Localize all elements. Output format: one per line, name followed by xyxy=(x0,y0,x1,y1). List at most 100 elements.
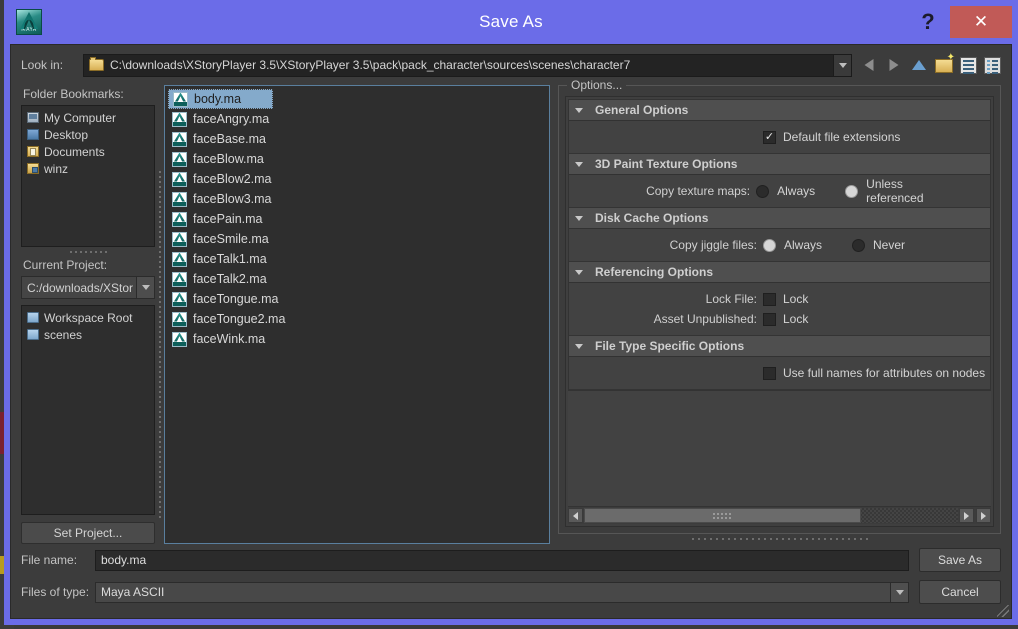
file-name-label: faceSmile.ma xyxy=(193,232,269,246)
radio-copy-texture-maps-always[interactable] xyxy=(756,184,770,198)
close-button[interactable]: ✕ xyxy=(950,6,1012,38)
file-list-item[interactable]: faceTongue.ma xyxy=(168,289,546,309)
path-dropdown-chevron-down-icon[interactable] xyxy=(833,54,851,76)
help-button[interactable]: ? xyxy=(908,0,948,44)
file-list-item[interactable]: faceBlow.ma xyxy=(168,149,546,169)
frame-body-file-type-specific-options: Use full names for attributes on nodes xyxy=(569,357,990,390)
maya-file-icon xyxy=(172,331,187,347)
set-project-button[interactable]: Set Project... xyxy=(21,522,155,544)
option-left-label: Copy jiggle files: xyxy=(669,238,757,252)
check-icon: ✓ xyxy=(764,130,775,143)
maya-file-icon xyxy=(172,111,187,127)
frame-header-disk-cache-options[interactable]: Disk Cache Options xyxy=(569,208,990,229)
file-list-item[interactable]: faceAngry.ma xyxy=(168,109,546,129)
options-panel: Options... General Options ✓ Default fil… xyxy=(558,78,1001,544)
dialog-footer: File name: body.ma Save As Files of type… xyxy=(21,544,1001,612)
frame-header-general-options[interactable]: General Options xyxy=(569,100,990,121)
detail-view-icon[interactable] xyxy=(984,56,1001,74)
vertical-splitter-handle[interactable] xyxy=(155,85,164,544)
folder-bookmarks-list[interactable]: My Computer Desktop Documents winz xyxy=(21,105,155,247)
list-view-icon[interactable] xyxy=(960,56,977,74)
scrollbar-thumb[interactable] xyxy=(584,508,861,523)
file-list-item[interactable]: faceBlow2.ma xyxy=(168,169,546,189)
cancel-button[interactable]: Cancel xyxy=(919,580,1001,604)
radio-copy-jiggle-files-always[interactable] xyxy=(763,238,776,252)
file-list-item[interactable]: body.ma xyxy=(168,89,273,109)
option-row-lock-file: Lock File: Lock xyxy=(569,289,990,309)
folder-icon xyxy=(89,57,104,71)
frame-title: General Options xyxy=(595,103,689,117)
workspace-item[interactable]: Workspace Root xyxy=(22,309,154,326)
options-splitter-handle[interactable] xyxy=(558,534,1001,544)
file-list-item[interactable]: faceBase.ma xyxy=(168,129,546,149)
scrollbar-track[interactable] xyxy=(584,508,958,523)
panel-splitter-handle[interactable] xyxy=(21,247,155,256)
forward-arrow-icon[interactable] xyxy=(885,56,903,74)
computer-icon xyxy=(27,112,39,123)
file-list[interactable]: body.ma faceAngry.ma faceBase.ma faceBlo… xyxy=(164,85,550,544)
bookmark-item[interactable]: My Computer xyxy=(22,109,154,126)
bookmark-item[interactable]: Documents xyxy=(22,143,154,160)
save-as-button[interactable]: Save As xyxy=(919,548,1001,572)
files-of-type-chevron-down-icon[interactable] xyxy=(890,582,908,602)
frame-header-file-type-specific-options[interactable]: File Type Specific Options xyxy=(569,336,990,357)
radio-copy-texture-maps-unless-referenced[interactable] xyxy=(845,184,859,198)
radio-copy-jiggle-files-never[interactable] xyxy=(852,238,866,252)
scroll-right-arrow-icon[interactable] xyxy=(959,508,974,523)
current-path-text: C:\downloads\XStoryPlayer 3.5\XStoryPlay… xyxy=(110,58,631,72)
bookmark-item[interactable]: Desktop xyxy=(22,126,154,143)
scroll-right-arrow-icon-2[interactable] xyxy=(976,508,991,523)
option-row-default-file-extensions: ✓ Default file extensions xyxy=(569,127,990,147)
file-list-item[interactable]: faceTalk2.ma xyxy=(168,269,546,289)
checkbox-label: Lock xyxy=(783,292,809,306)
option-left-label: Lock File: xyxy=(705,292,757,306)
option-row-copy-texture-maps: Copy texture maps: Always Unless referen… xyxy=(569,177,990,205)
checkbox-label: Lock xyxy=(783,312,809,326)
checkbox-use-full-names-for-attributes[interactable] xyxy=(763,366,776,380)
resize-grip-icon[interactable] xyxy=(997,605,1009,617)
frame-title: 3D Paint Texture Options xyxy=(595,157,738,171)
file-list-item[interactable]: faceTongue2.ma xyxy=(168,309,546,329)
file-list-item[interactable]: facePain.ma xyxy=(168,209,546,229)
dialog-body: Look in: C:\downloads\XStoryPlayer 3.5\X… xyxy=(10,44,1012,619)
maya-file-icon xyxy=(172,291,187,307)
frame-header-referencing-options[interactable]: Referencing Options xyxy=(569,262,990,283)
checkbox-asset-unpublished-lock[interactable] xyxy=(763,312,776,326)
file-list-item[interactable]: faceWink.ma xyxy=(168,329,546,349)
options-horizontal-scrollbar[interactable] xyxy=(568,506,991,524)
maya-file-icon xyxy=(172,271,187,287)
path-combo-box[interactable]: C:\downloads\XStoryPlayer 3.5\XStoryPlay… xyxy=(83,53,852,77)
file-list-item[interactable]: faceBlow3.ma xyxy=(168,189,546,209)
frame-header-3d-paint-texture-options[interactable]: 3D Paint Texture Options xyxy=(569,154,990,175)
radio-label: Always xyxy=(784,238,823,252)
workspace-item[interactable]: scenes xyxy=(22,326,154,343)
scroll-left-arrow-icon[interactable] xyxy=(568,508,583,523)
file-name-label: facePain.ma xyxy=(193,212,263,226)
maya-file-icon xyxy=(172,211,187,227)
frame-title: Referencing Options xyxy=(595,265,714,279)
up-arrow-icon[interactable] xyxy=(910,56,928,74)
back-arrow-icon[interactable] xyxy=(860,56,878,74)
files-of-type-label: Files of type: xyxy=(21,585,90,599)
file-name-row: File name: body.ma Save As xyxy=(21,548,1001,572)
project-chevron-down-icon[interactable] xyxy=(136,277,154,298)
maya-app-icon: MAYA xyxy=(16,9,42,35)
file-list-item[interactable]: faceSmile.ma xyxy=(168,229,546,249)
file-name-input[interactable]: body.ma xyxy=(95,549,909,571)
files-of-type-combo[interactable]: Maya ASCII xyxy=(95,581,909,603)
file-list-item[interactable]: faceTalk1.ma xyxy=(168,249,546,269)
checkbox-default-file-extensions[interactable]: ✓ xyxy=(763,130,776,144)
chevron-down-icon xyxy=(575,343,583,349)
options-group-title: Options... xyxy=(567,78,627,92)
bookmark-item[interactable]: winz xyxy=(22,160,154,177)
files-of-type-row: Files of type: Maya ASCII Cancel xyxy=(21,580,1001,604)
maya-file-icon xyxy=(172,231,187,247)
look-in-row: Look in: C:\downloads\XStoryPlayer 3.5\X… xyxy=(21,52,1001,77)
checkbox-lock-file[interactable] xyxy=(763,292,776,306)
chevron-down-icon xyxy=(575,161,583,167)
file-name-label: faceWink.ma xyxy=(193,332,266,346)
new-folder-icon[interactable] xyxy=(935,52,955,73)
current-project-combo[interactable]: C:/downloads/XStor xyxy=(21,276,155,299)
file-name-label: faceTalk1.ma xyxy=(193,252,267,266)
workspace-tree[interactable]: Workspace Root scenes xyxy=(21,305,155,515)
